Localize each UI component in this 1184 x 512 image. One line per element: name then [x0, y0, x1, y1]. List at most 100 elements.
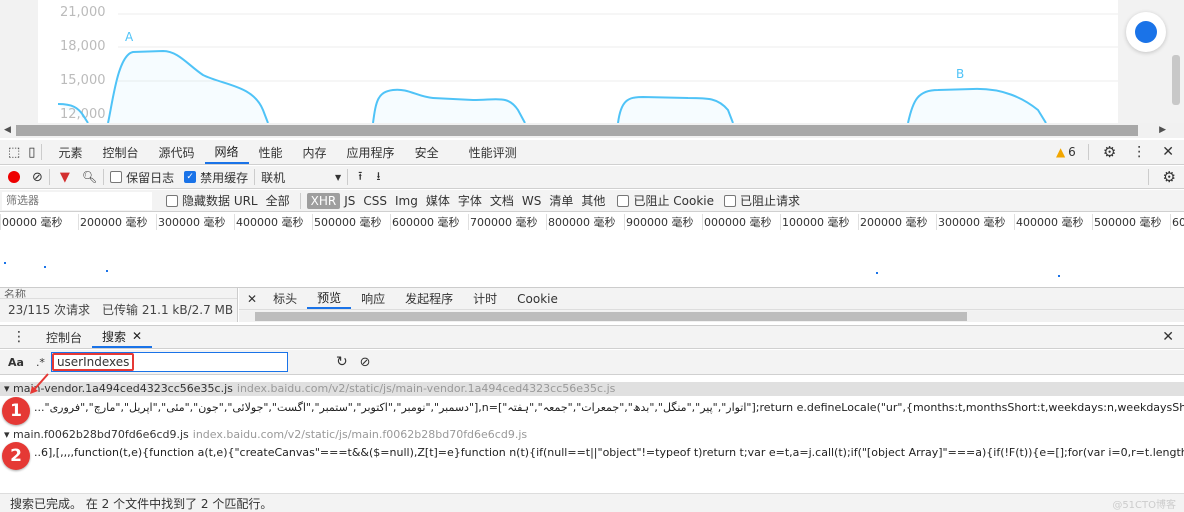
clear-search-icon[interactable]: ⊘ [360, 355, 371, 370]
more-options-icon[interactable]: ⋮ [1132, 144, 1146, 160]
page-vscroll-thumb[interactable] [1172, 55, 1180, 105]
device-toggle-icon[interactable]: ▯ [28, 145, 35, 160]
network-overview-timeline[interactable]: 00000 毫秒 200000 毫秒 300000 毫秒 400000 毫秒 50000… [0, 212, 1184, 288]
throttle-value: 联机 [261, 170, 286, 185]
timeline-tick-label: 300000 毫秒 [156, 214, 234, 230]
search-status-bar: 搜索已完成。 在 2 个文件中找到了 2 个匹配行。 @51CTO博客 [0, 493, 1184, 512]
drawer-tab-search[interactable]: 搜索 ✕ [92, 326, 153, 348]
request-detail-panel: ✕ 标头 预览 响应 发起程序 计时 Cookie [239, 288, 1184, 322]
result-match-line[interactable]: ..."دسمبر","نومبر","اکتوبر","ستمبر","اگس… [34, 401, 1184, 415]
tab-8[interactable]: 性能评测 [459, 140, 527, 164]
tab-5[interactable]: 内存 [293, 140, 337, 164]
disable-cache-checkbox[interactable]: ✓ [184, 171, 197, 183]
network-toolbar: ⊘ ▼ 🔍︎ 保留日志 ✓ 禁用缓存 联机 ▼ ⭱ ⭳ ⚙ [0, 166, 1184, 189]
tab-6[interactable]: 应用程序 [337, 140, 405, 164]
expand-triangle-icon: ▾ [4, 428, 10, 441]
preserve-log-checkbox[interactable] [110, 171, 123, 183]
drawer-menu-icon[interactable]: ⋮ [12, 329, 26, 345]
requests-panel: 名称 23/115 次请求 已传输 21.1 kB/2.7 MB 17 [0, 288, 238, 322]
drawer-tab-console[interactable]: 控制台 [36, 326, 92, 348]
export-har-icon[interactable]: ⭳ [376, 167, 380, 188]
type-filter-3[interactable]: CSS [359, 194, 391, 208]
type-filter-6[interactable]: 字体 [454, 192, 486, 209]
blocked-requests-label: 已阻止请求 [739, 194, 800, 208]
annotation-label: B [956, 67, 965, 81]
preserve-log-label: 保留日志 [126, 170, 175, 185]
search-input[interactable]: userIndexes [50, 352, 288, 372]
result-file-header[interactable]: ▾ main-vendor.1a494ced4323cc56e35c.js ind… [0, 382, 1184, 396]
annotation-badge: 2 [2, 442, 30, 470]
close-detail-icon[interactable]: ✕ [247, 292, 257, 306]
refresh-icon[interactable]: ↻ [336, 354, 348, 370]
detail-tab-1[interactable]: 预览 [307, 288, 352, 309]
filter-input[interactable] [2, 191, 152, 210]
detail-tab-0[interactable]: 标头 [263, 288, 307, 309]
detail-tab-4[interactable]: 计时 [463, 288, 507, 309]
timeline-tick-label: 400000 毫秒 [1014, 214, 1092, 230]
tab-4[interactable]: 性能 [249, 140, 293, 164]
timeline-tick-label: 200000 毫秒 [858, 214, 936, 230]
type-filter-10[interactable]: 其他 [577, 192, 609, 209]
result-file-url: index.baidu.com/v2/static/js/main-vendor… [236, 382, 616, 395]
detail-tab-2[interactable]: 响应 [351, 288, 395, 309]
blocked-cookies-checkbox[interactable] [617, 194, 630, 207]
result-file-header[interactable]: ▾ main.f0062b28bd70fd6e6cd9.js index.baid… [0, 428, 1184, 442]
tab-1[interactable]: 控制台 [92, 140, 148, 164]
devtools-tabbar: ⬚ ▯ 元素 控制台 源代码 网络 性能 内存 应用程序 安全 性能评测 ▲ 6 ⚙ ⋮ ✕ [0, 140, 1184, 165]
settings-gear-icon[interactable]: ⚙ [1103, 143, 1116, 161]
inspect-element-icon[interactable]: ⬚ [8, 145, 20, 160]
blocked-cookies-label: 已阻止 Cookie [633, 194, 714, 208]
tab-3[interactable]: 网络 [204, 140, 249, 164]
tab-2[interactable]: 源代码 [148, 140, 204, 164]
regex-button[interactable]: .* [36, 356, 45, 369]
search-icon[interactable]: 🔍︎ [82, 170, 97, 184]
search-query-highlight: userIndexes [51, 353, 135, 371]
tab-0[interactable]: 元素 [48, 140, 92, 164]
scrollbar-thumb[interactable] [16, 125, 1138, 136]
close-drawer-icon[interactable]: ✕ [1162, 329, 1174, 345]
timeline-tick-label: 500000 毫秒 [312, 214, 390, 230]
timeline-tick-label: 600000 毫秒 [1170, 214, 1184, 230]
transferred-size: 已传输 21.1 kB/2.7 MB [102, 303, 234, 317]
type-filter-2[interactable]: JS [340, 194, 359, 208]
detail-scrollbar[interactable] [239, 311, 1184, 322]
tab-7[interactable]: 安全 [405, 140, 449, 164]
import-har-icon[interactable]: ⭱ [358, 167, 362, 188]
warning-icon[interactable]: ▲ [1056, 145, 1065, 159]
close-devtools-icon[interactable]: ✕ [1162, 144, 1174, 160]
record-icon[interactable] [8, 171, 20, 183]
timeline-tick-label: 000000 毫秒 [702, 214, 780, 230]
match-case-button[interactable]: Aa [8, 356, 24, 369]
result-match-line[interactable]: ..6],[,,,,function(t,e){function a(t,e){… [34, 446, 1184, 460]
type-filter-0[interactable]: 全部 [262, 192, 294, 209]
detail-tab-5[interactable]: Cookie [507, 288, 568, 309]
chat-button[interactable] [1126, 12, 1166, 52]
disable-cache-label: 禁用缓存 [200, 170, 249, 185]
type-filter-4[interactable]: Img [391, 194, 422, 208]
filter-icon[interactable]: ▼ [60, 170, 70, 185]
hide-data-url-label: 隐藏数据 URL [182, 194, 258, 208]
name-column-header[interactable]: 名称 [0, 288, 237, 298]
red-arrow-annotation [30, 373, 49, 394]
tab-label: 控制台 [46, 330, 83, 345]
type-filter-8[interactable]: WS [518, 194, 545, 208]
throttle-select[interactable]: 联机 ▼ [261, 169, 341, 186]
type-filter-7[interactable]: 文档 [486, 192, 518, 209]
type-filter-5[interactable]: 媒体 [422, 192, 454, 209]
type-filter-1[interactable]: XHR [306, 192, 341, 209]
detail-tab-3[interactable]: 发起程序 [395, 288, 463, 309]
timeline-tick-label: 00000 毫秒 [0, 214, 78, 230]
hide-data-url-checkbox[interactable] [166, 194, 178, 207]
filter-bar: 隐藏数据 URL 全部 XHRJSCSSImg媒体字体文档WS清单其他 已阻止 C… [0, 190, 1184, 212]
page-horizontal-scrollbar[interactable]: ◀ ▶ [0, 123, 1184, 138]
watermark: @51CTO博客 [1112, 499, 1176, 511]
close-tab-icon[interactable]: ✕ [132, 329, 142, 343]
clear-icon[interactable]: ⊘ [32, 170, 43, 185]
timeline-tick-label: 400000 毫秒 [234, 214, 312, 230]
blocked-requests-checkbox[interactable] [723, 194, 736, 207]
network-settings-icon[interactable]: ⚙ [1163, 168, 1176, 186]
search-toolbar: Aa .* userIndexes ↻ ⊘ [0, 350, 1184, 375]
timeline-tick-label: 900000 毫秒 [624, 214, 702, 230]
warning-count[interactable]: 6 [1068, 145, 1076, 159]
type-filter-9[interactable]: 清单 [545, 192, 577, 209]
